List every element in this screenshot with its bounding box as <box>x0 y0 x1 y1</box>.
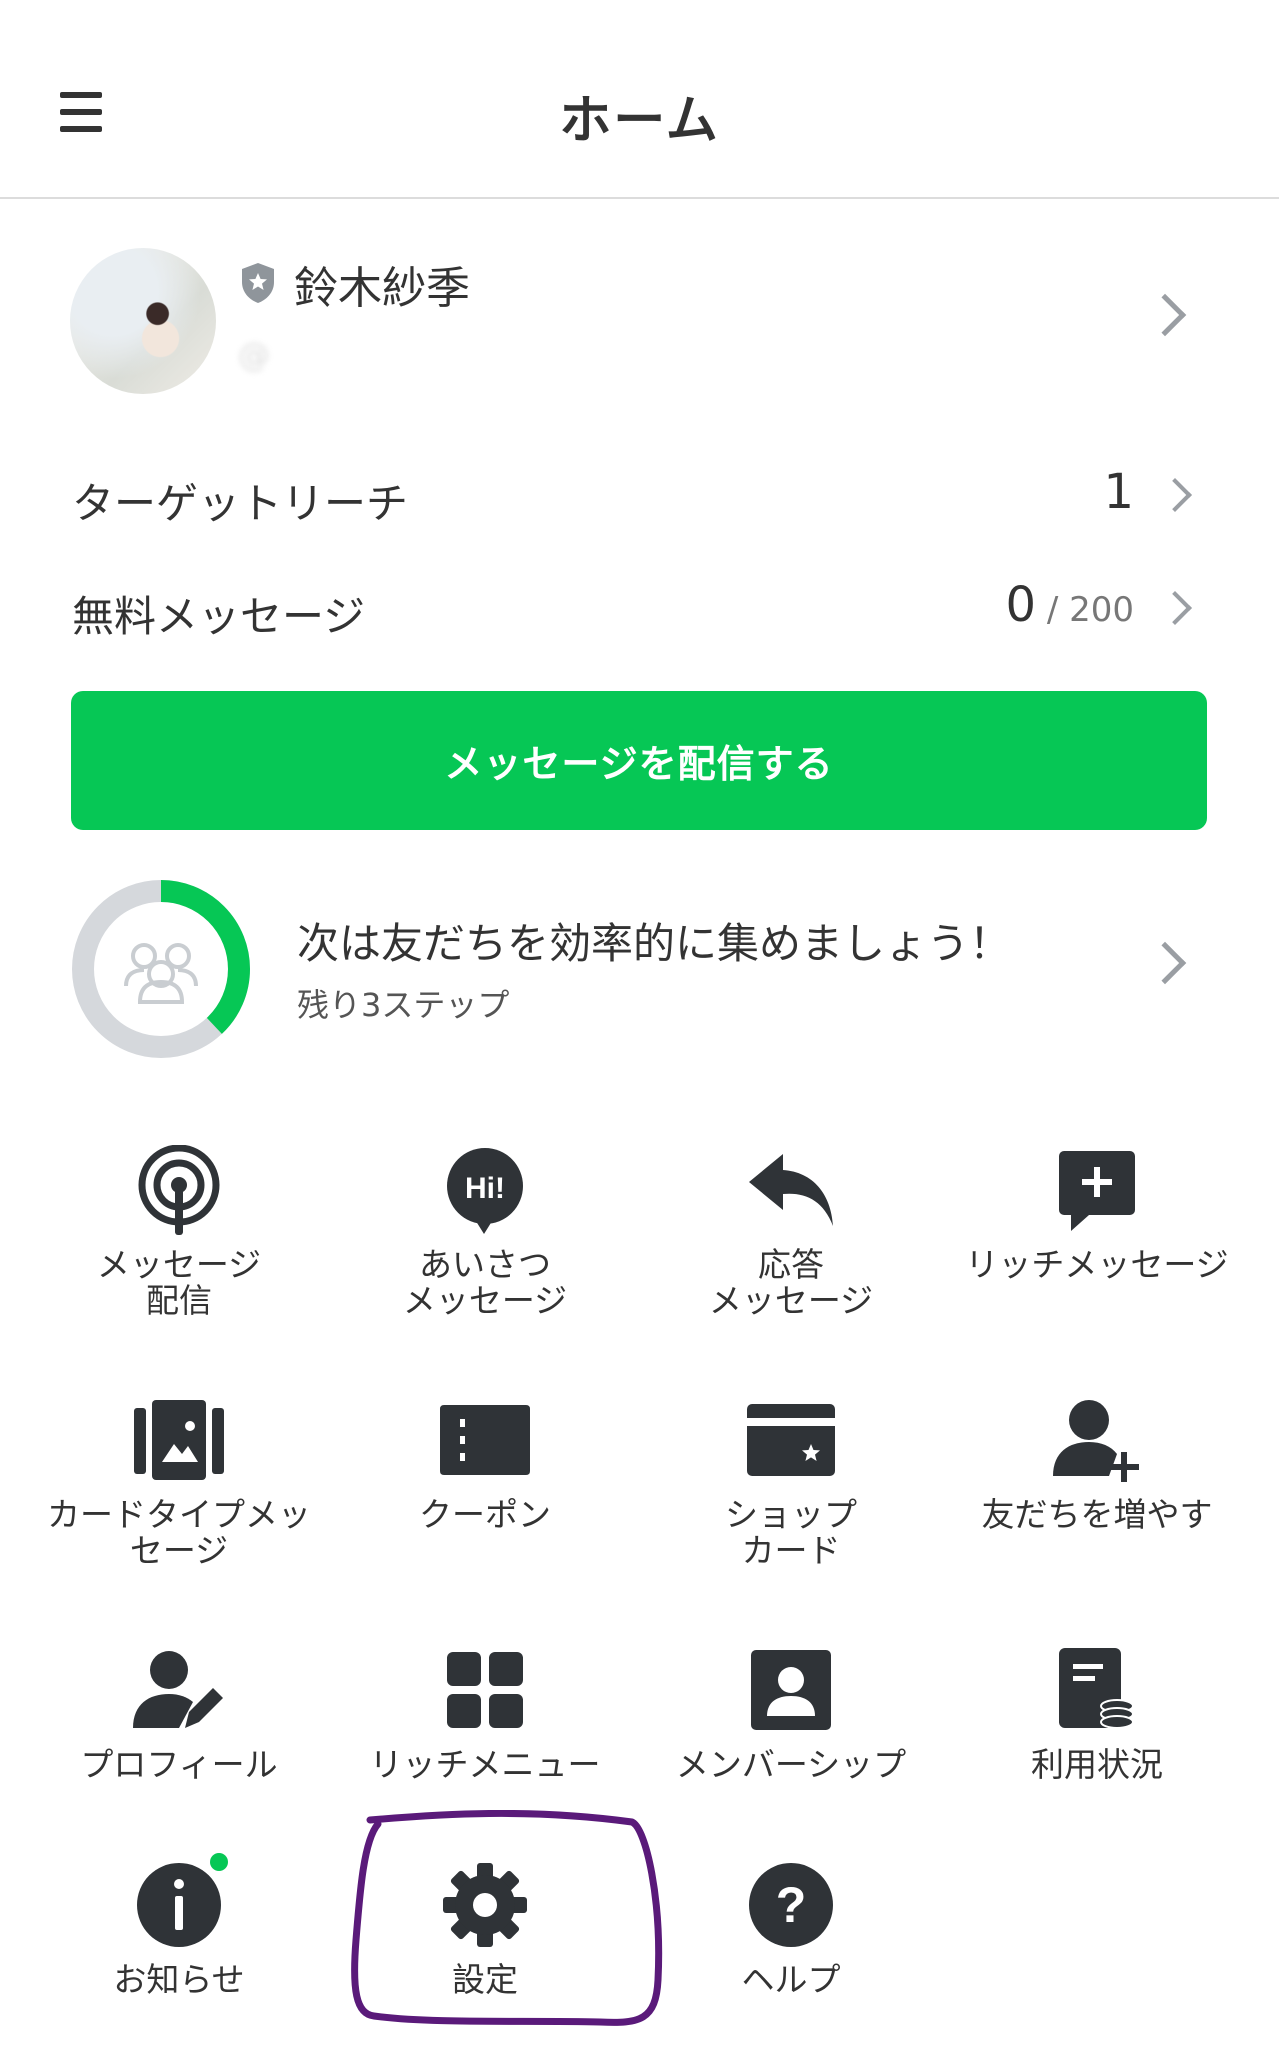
shield-star-icon <box>242 263 274 303</box>
target-reach-value: 1 <box>1103 464 1134 520</box>
menu-item-rich-menu[interactable]: リッチメニュー <box>332 1635 638 1865</box>
free-message-label: 無料メッセージ <box>72 592 366 641</box>
menu-label: 応答 メッセージ <box>708 1245 874 1320</box>
chevron-right-icon <box>1143 941 1187 985</box>
menu-item-greeting-message[interactable]: Hi! あいさつ メッセージ <box>332 1135 638 1365</box>
menu-label: プロフィール <box>80 1745 278 1784</box>
menu-item-rich-message[interactable]: リッチメッセージ <box>944 1135 1250 1365</box>
target-reach-row[interactable]: ターゲットリーチ 1 <box>0 450 1279 540</box>
menu-item-add-friends[interactable]: 友だちを増やす <box>944 1385 1250 1615</box>
menu-item-settings[interactable]: 設定 <box>332 1850 638 2048</box>
progress-subtitle: 残り3ステップ <box>297 986 510 1024</box>
free-message-value: 0 / 200 <box>1005 577 1134 633</box>
friends-icon <box>124 943 198 1004</box>
account-handle: @ <box>238 336 270 374</box>
svg-text:?: ? <box>776 1877 807 1933</box>
chevron-right-icon <box>1158 478 1192 512</box>
onboarding-progress-card[interactable]: 次は友だちを効率的に集めましょう！ 残り3ステップ <box>0 870 1279 1060</box>
free-message-row[interactable]: 無料メッセージ 0 / 200 <box>0 563 1279 653</box>
menu-item-membership[interactable]: メンバーシップ <box>638 1635 944 1865</box>
menu-label: 友だちを増やす <box>981 1495 1213 1534</box>
card-type-icon <box>134 1400 224 1480</box>
target-reach-label: ターゲットリーチ <box>72 479 409 528</box>
menu-item-usage[interactable]: 利用状況 <box>944 1635 1250 1865</box>
menu-label: リッチメニュー <box>369 1745 601 1784</box>
menu-item-notifications[interactable]: お知らせ <box>26 1850 332 2048</box>
usage-icon <box>1059 1648 1134 1729</box>
account-profile-row[interactable]: 鈴木紗季 @ <box>0 240 1279 400</box>
info-icon <box>137 1863 221 1947</box>
menu-label: お知らせ <box>113 1960 245 1999</box>
profile-edit-icon <box>133 1651 223 1728</box>
rich-menu-icon <box>447 1652 523 1728</box>
chevron-right-icon <box>1158 591 1192 625</box>
coupon-icon <box>440 1405 530 1475</box>
menu-item-profile[interactable]: プロフィール <box>26 1635 332 1865</box>
app-header: ホーム <box>0 0 1279 199</box>
account-name: 鈴木紗季 <box>294 263 470 314</box>
menu-label: カードタイプメッ セージ <box>47 1495 311 1570</box>
new-badge-dot <box>210 1853 228 1871</box>
menu-label: ヘルプ <box>741 1960 841 1999</box>
gear-icon <box>443 1863 527 1947</box>
menu-item-message-broadcast[interactable]: メッセージ 配信 <box>26 1135 332 1365</box>
hi-bubble-icon: Hi! <box>447 1148 523 1234</box>
shop-card-icon <box>747 1404 835 1476</box>
send-message-button[interactable]: メッセージを配信する <box>71 691 1207 830</box>
menu-item-coupon[interactable]: クーポン <box>332 1385 638 1615</box>
svg-text:Hi!: Hi! <box>465 1172 505 1205</box>
membership-icon <box>751 1650 831 1730</box>
add-friend-icon <box>1053 1400 1139 1482</box>
menu-item-auto-reply[interactable]: 応答 メッセージ <box>638 1135 944 1365</box>
menu-label: 利用状況 <box>1031 1745 1163 1784</box>
help-icon: ? <box>749 1863 833 1947</box>
chevron-right-icon <box>1143 293 1187 337</box>
menu-label: あいさつ メッセージ <box>402 1245 568 1320</box>
reply-icon <box>749 1154 833 1226</box>
menu-label: メンバーシップ <box>675 1745 907 1784</box>
broadcast-icon <box>138 1145 220 1235</box>
progress-title: 次は友だちを効率的に集めましょう！ <box>297 919 1012 968</box>
rich-message-icon <box>1059 1151 1135 1231</box>
menu-item-shop-card[interactable]: ショップ カード <box>638 1385 944 1615</box>
progress-ring <box>72 880 250 1058</box>
menu-label: クーポン <box>419 1495 551 1534</box>
avatar <box>70 248 216 394</box>
page-title: ホーム <box>559 91 720 151</box>
menu-label: 設定 <box>452 1960 518 1999</box>
menu-item-card-type-message[interactable]: カードタイプメッ セージ <box>26 1385 332 1615</box>
menu-item-help[interactable]: ? ヘルプ <box>638 1850 944 2048</box>
menu-label: ショップ カード <box>725 1495 857 1570</box>
menu-label: メッセージ 配信 <box>96 1245 262 1320</box>
menu-label: リッチメッセージ <box>965 1245 1229 1284</box>
